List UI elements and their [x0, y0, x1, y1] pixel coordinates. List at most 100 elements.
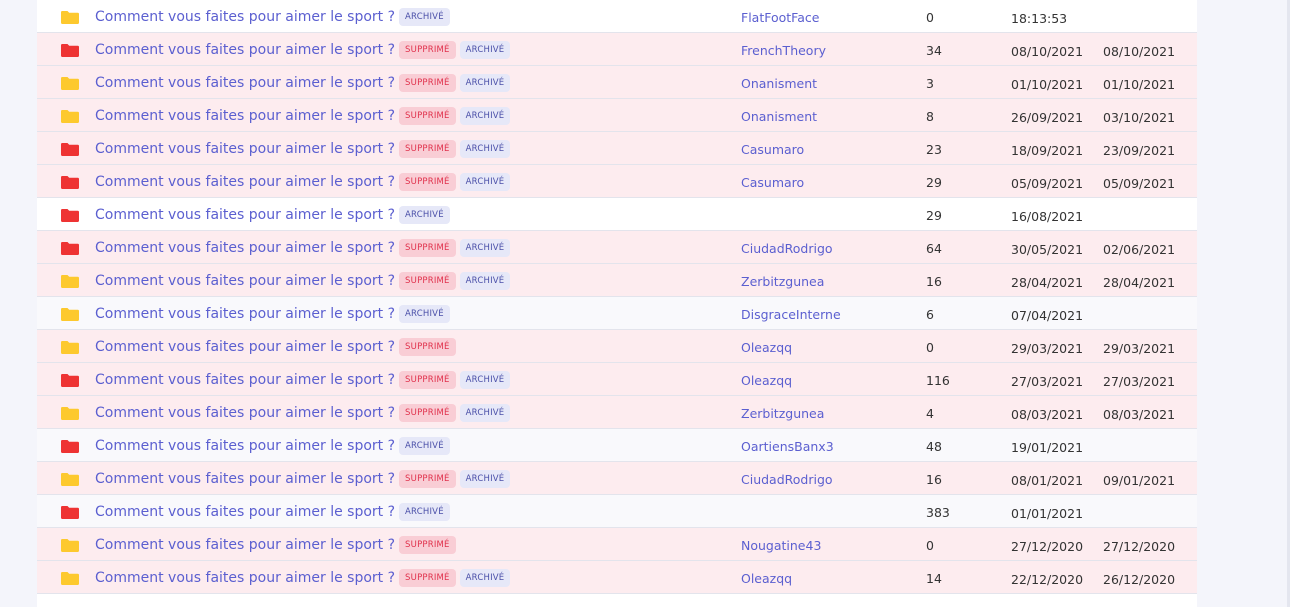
- topic-title-link[interactable]: Comment vous faites pour aimer le sport …: [95, 470, 511, 488]
- topic-title-link[interactable]: Comment vous faites pour aimer le sport …: [95, 371, 511, 389]
- table-row[interactable]: Comment vous faites pour aimer le sport …: [37, 99, 1197, 132]
- topic-title[interactable]: Comment vous faites pour aimer le sport …: [95, 9, 395, 25]
- topic-title[interactable]: Comment vous faites pour aimer le sport …: [95, 207, 395, 223]
- topic-title[interactable]: Comment vous faites pour aimer le sport …: [95, 537, 395, 553]
- table-row[interactable]: Comment vous faites pour aimer le sport …: [37, 462, 1197, 495]
- topic-title[interactable]: Comment vous faites pour aimer le sport …: [95, 339, 395, 355]
- author-link[interactable]: FlatFootFace: [741, 10, 819, 25]
- table-row[interactable]: Comment vous faites pour aimer le sport …: [37, 297, 1197, 330]
- created-date: 08/01/2021: [1011, 473, 1084, 488]
- created-date: 19/01/2021: [1011, 440, 1084, 455]
- topic-title-link[interactable]: Comment vous faites pour aimer le sport …: [95, 239, 511, 257]
- topic-title-link[interactable]: Comment vous faites pour aimer le sport …: [95, 272, 511, 290]
- created-date: 07/04/2021: [1011, 308, 1084, 323]
- topic-title[interactable]: Comment vous faites pour aimer le sport …: [95, 570, 395, 586]
- table-row[interactable]: Comment vous faites pour aimer le sport …: [37, 198, 1197, 231]
- deleted-badge: SUPPRIMÉ: [399, 239, 456, 257]
- author-link[interactable]: Zerbitzgunea: [741, 274, 824, 289]
- table-row[interactable]: Comment vous faites pour aimer le sport …: [37, 429, 1197, 462]
- deleted-badge: SUPPRIMÉ: [399, 338, 456, 356]
- archived-badge: ARCHIVÉ: [459, 404, 511, 422]
- table-row[interactable]: Comment vous faites pour aimer le sport …: [37, 165, 1197, 198]
- table-row[interactable]: Comment vous faites pour aimer le sport …: [37, 0, 1197, 33]
- created-date: 08/10/2021: [1011, 44, 1084, 59]
- archived-badge: ARCHIVÉ: [459, 470, 511, 488]
- folder-yellow-icon: [61, 539, 79, 552]
- author-link[interactable]: CiudadRodrigo: [741, 241, 833, 256]
- author-link[interactable]: DisgraceInterne: [741, 307, 841, 322]
- created-date: 05/09/2021: [1011, 176, 1084, 191]
- topic-title-link[interactable]: Comment vous faites pour aimer le sport …: [95, 8, 450, 26]
- author-link[interactable]: Nougatine43: [741, 538, 821, 553]
- table-row[interactable]: Comment vous faites pour aimer le sport …: [37, 264, 1197, 297]
- folder-red-icon: [61, 143, 79, 156]
- last-message-date: 26/12/2020: [1103, 572, 1176, 587]
- folder-red-icon: [61, 44, 79, 57]
- table-row[interactable]: Comment vous faites pour aimer le sport …: [37, 561, 1197, 594]
- topic-title-link[interactable]: Comment vous faites pour aimer le sport …: [95, 569, 511, 587]
- author-link[interactable]: Onanisment: [741, 109, 817, 124]
- author-link[interactable]: Casumaro: [741, 175, 804, 190]
- table-row[interactable]: Comment vous faites pour aimer le sport …: [37, 330, 1197, 363]
- topic-title[interactable]: Comment vous faites pour aimer le sport …: [95, 75, 395, 91]
- reply-count: 14: [926, 571, 942, 586]
- author-link[interactable]: FrenchTheory: [741, 43, 826, 58]
- author-link[interactable]: OartiensBanx3: [741, 439, 834, 454]
- author-link[interactable]: Oleazqq: [741, 340, 792, 355]
- topic-list: Comment vous faites pour aimer le sport …: [37, 0, 1197, 607]
- topic-title-link[interactable]: Comment vous faites pour aimer le sport …: [95, 41, 511, 59]
- topic-title-link[interactable]: Comment vous faites pour aimer le sport …: [95, 74, 511, 92]
- topic-title-link[interactable]: Comment vous faites pour aimer le sport …: [95, 140, 511, 158]
- deleted-badge: SUPPRIMÉ: [399, 470, 456, 488]
- author-link[interactable]: Casumaro: [741, 142, 804, 157]
- topic-title[interactable]: Comment vous faites pour aimer le sport …: [95, 42, 395, 58]
- reply-count: 29: [926, 175, 942, 190]
- author-link[interactable]: Onanisment: [741, 76, 817, 91]
- topic-title[interactable]: Comment vous faites pour aimer le sport …: [95, 306, 395, 322]
- table-row[interactable]: Comment vous faites pour aimer le sport …: [37, 132, 1197, 165]
- table-row[interactable]: Comment vous faites pour aimer le sport …: [37, 66, 1197, 99]
- topic-title[interactable]: Comment vous faites pour aimer le sport …: [95, 405, 395, 421]
- topic-title[interactable]: Comment vous faites pour aimer le sport …: [95, 141, 395, 157]
- table-row[interactable]: Comment vous faites pour aimer le sport …: [37, 495, 1197, 528]
- table-row[interactable]: Comment vous faites pour aimer le sport …: [37, 33, 1197, 66]
- topic-title-link[interactable]: Comment vous faites pour aimer le sport …: [95, 305, 450, 323]
- reply-count: 4: [926, 406, 934, 421]
- topic-title[interactable]: Comment vous faites pour aimer le sport …: [95, 372, 395, 388]
- deleted-badge: SUPPRIMÉ: [399, 569, 456, 587]
- reply-count: 0: [926, 10, 934, 25]
- topic-title[interactable]: Comment vous faites pour aimer le sport …: [95, 471, 395, 487]
- folder-red-icon: [61, 374, 79, 387]
- topic-title[interactable]: Comment vous faites pour aimer le sport …: [95, 504, 395, 520]
- topic-title[interactable]: Comment vous faites pour aimer le sport …: [95, 438, 395, 454]
- author-link[interactable]: Zerbitzgunea: [741, 406, 824, 421]
- topic-title-link[interactable]: Comment vous faites pour aimer le sport …: [95, 107, 511, 125]
- table-row[interactable]: Comment vous faites pour aimer le sport …: [37, 363, 1197, 396]
- author-link[interactable]: CiudadRodrigo: [741, 472, 833, 487]
- last-message-date: 29/03/2021: [1103, 341, 1176, 356]
- table-row[interactable]: Comment vous faites pour aimer le sport …: [37, 396, 1197, 429]
- topic-title-link[interactable]: Comment vous faites pour aimer le sport …: [95, 437, 450, 455]
- author-link[interactable]: Oleazqq: [741, 571, 792, 586]
- topic-title-link[interactable]: Comment vous faites pour aimer le sport …: [95, 404, 511, 422]
- archived-badge: ARCHIVÉ: [459, 173, 511, 191]
- topic-title-link[interactable]: Comment vous faites pour aimer le sport …: [95, 536, 456, 554]
- author-link[interactable]: Oleazqq: [741, 373, 792, 388]
- table-row[interactable]: Comment vous faites pour aimer le sport …: [37, 231, 1197, 264]
- table-row[interactable]: Comment vous faites pour aimer le sport …: [37, 528, 1197, 561]
- topic-title[interactable]: Comment vous faites pour aimer le sport …: [95, 273, 395, 289]
- created-date: 01/10/2021: [1011, 77, 1084, 92]
- topic-title[interactable]: Comment vous faites pour aimer le sport …: [95, 108, 395, 124]
- topic-title-link[interactable]: Comment vous faites pour aimer le sport …: [95, 503, 450, 521]
- topic-title-link[interactable]: Comment vous faites pour aimer le sport …: [95, 173, 511, 191]
- folder-yellow-icon: [61, 77, 79, 90]
- topic-title-link[interactable]: Comment vous faites pour aimer le sport …: [95, 338, 456, 356]
- topic-title[interactable]: Comment vous faites pour aimer le sport …: [95, 240, 395, 256]
- topic-title[interactable]: Comment vous faites pour aimer le sport …: [95, 174, 395, 190]
- reply-count: 6: [926, 307, 934, 322]
- topic-title-link[interactable]: Comment vous faites pour aimer le sport …: [95, 206, 450, 224]
- reply-count: 16: [926, 274, 942, 289]
- folder-yellow-icon: [61, 110, 79, 123]
- folder-yellow-icon: [61, 473, 79, 486]
- folder-yellow-icon: [61, 275, 79, 288]
